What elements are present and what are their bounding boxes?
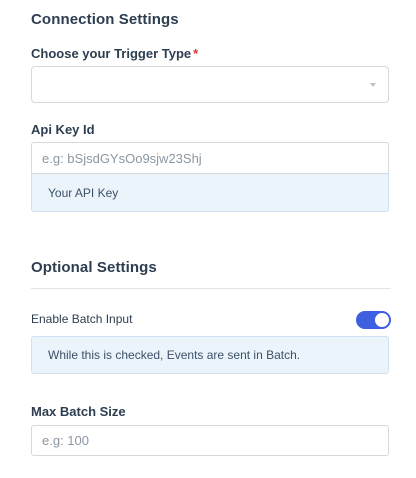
- api-key-input[interactable]: [31, 142, 389, 174]
- batch-hint: While this is checked, Events are sent i…: [31, 336, 389, 374]
- api-key-hint-text: Your API Key: [48, 185, 119, 200]
- enable-batch-toggle[interactable]: [356, 311, 391, 329]
- required-asterisk: *: [193, 46, 199, 61]
- trigger-type-select[interactable]: [31, 66, 389, 103]
- trigger-type-label-text: Choose your Trigger Type: [31, 46, 192, 61]
- optional-settings-title: Optional Settings: [31, 259, 157, 276]
- trigger-type-label: Choose your Trigger Type *: [31, 46, 198, 61]
- chevron-down-icon: [370, 83, 376, 87]
- batch-hint-text: While this is checked, Events are sent i…: [48, 348, 301, 362]
- connection-settings-title: Connection Settings: [31, 11, 179, 28]
- section-divider: [31, 288, 391, 289]
- max-batch-size-label: Max Batch Size: [31, 404, 126, 419]
- toggle-knob: [375, 313, 389, 327]
- max-batch-size-input[interactable]: [31, 425, 389, 456]
- api-key-hint: Your API Key: [31, 174, 389, 212]
- enable-batch-label: Enable Batch Input: [31, 312, 133, 326]
- api-key-label: Api Key Id: [31, 122, 95, 137]
